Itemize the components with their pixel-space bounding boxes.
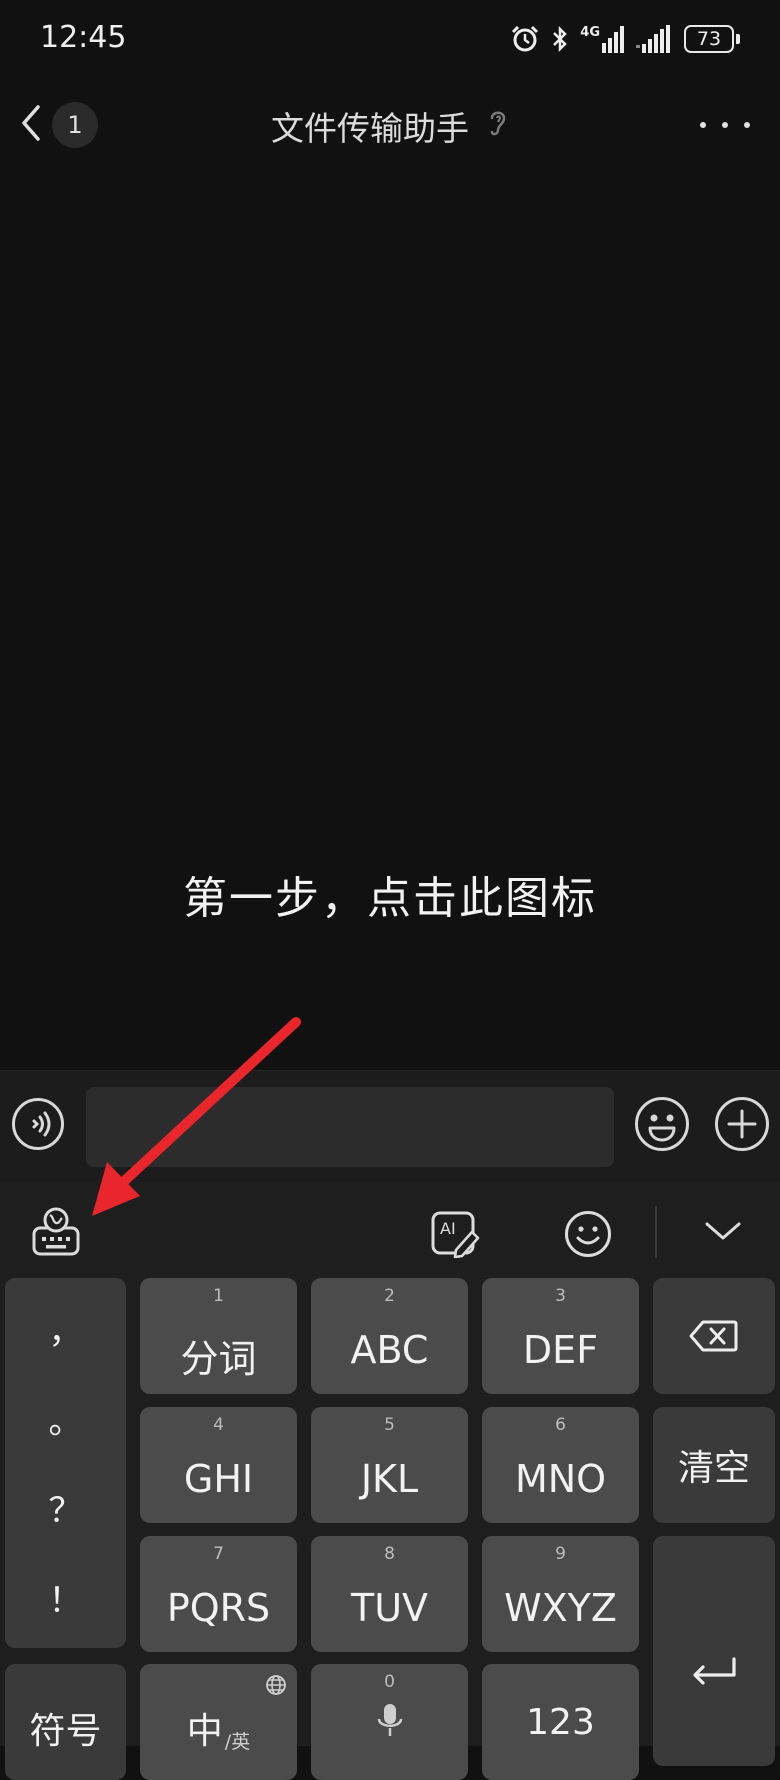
collapse-keyboard-button[interactable] [703,1216,743,1246]
backspace-icon [689,1320,738,1352]
symbols-key[interactable]: 符号 [5,1664,126,1780]
chat-header: 1 文件传输助手 [0,80,780,170]
instruction-caption: 第一步，点击此图标 [183,873,597,924]
punctuation-list: ， 。 ？ ！ [5,1278,126,1648]
svg-text:AI: AI [440,1219,456,1238]
ai-writing-button[interactable]: AI [430,1210,482,1259]
more-icon-dot [722,122,728,128]
punct-exclaim-key[interactable]: ！ [49,1573,83,1622]
globe-icon [266,1675,286,1695]
ear-icon [487,106,509,146]
key-label: 分词 [180,1337,257,1381]
key-number: 2 [384,1286,395,1306]
battery-level: 73 [684,25,734,53]
status-bar: 12:45 4G 73 [0,0,780,80]
language-switch-key[interactable]: 中 /英 [140,1664,297,1780]
key-2-abc[interactable]: 2 ABC [311,1278,468,1394]
backspace-icon-wrap [653,1278,775,1394]
emoji-button[interactable] [634,1096,690,1152]
key-label: JKL [360,1457,419,1501]
backspace-key[interactable] [653,1278,775,1394]
microphone-icon [377,1704,403,1736]
message-input-bar [0,1070,780,1183]
enter-key[interactable] [653,1536,775,1766]
plus-icon [715,1097,769,1151]
key-label: MNO [514,1457,607,1501]
chevron-down-icon [705,1222,741,1240]
key-number: 3 [555,1286,566,1306]
clear-key[interactable]: 清空 [653,1407,775,1523]
ime-keyboard: AI ， 。 ？ ！ 1 分词 2 ABC 3 DEF 4 GHI 5 JKL … [0,1182,780,1780]
toolbar-divider [655,1206,657,1258]
key-label: TUV [350,1586,429,1630]
key-5-jkl[interactable]: 5 JKL [311,1407,468,1523]
clear-key-label: 清空 [677,1448,750,1489]
key-label: ABC [350,1328,429,1372]
signal-4g-icon: 4G [580,25,626,53]
enter-icon [693,1657,736,1685]
ime-switch-button[interactable] [30,1206,84,1258]
lang-main-label: 中 [186,1711,223,1752]
punct-comma-key[interactable]: ， [49,1304,83,1353]
key-9-wxyz[interactable]: 9 WXYZ [482,1536,639,1652]
more-icon-dot [744,122,750,128]
key-number: 5 [384,1415,395,1435]
more-icon-dot [700,122,706,128]
punct-period-key[interactable]: 。 [49,1394,83,1443]
lang-sub-label: /英 [224,1731,251,1753]
plus-button[interactable] [714,1096,770,1152]
key-label: PQRS [166,1586,271,1630]
key-number: 7 [213,1544,224,1564]
bluetooth-icon [550,24,570,54]
battery-icon: 73 [684,25,740,53]
key-number: 0 [384,1672,395,1692]
more-button[interactable] [700,110,750,140]
key-number: 8 [384,1544,395,1564]
key-number: 4 [213,1415,224,1435]
ai-pen-icon: AI [431,1211,480,1259]
emoji-icon [635,1097,689,1151]
keyboard-emoji-button[interactable] [564,1210,612,1258]
key-7-pqrs[interactable]: 7 PQRS [140,1536,297,1652]
key-number: 1 [213,1286,224,1306]
key-1-fenci[interactable]: 1 分词 [140,1278,297,1394]
key-label: WXYZ [504,1586,617,1630]
key-8-tuv[interactable]: 8 TUV [311,1536,468,1652]
key-3-def[interactable]: 3 DEF [482,1278,639,1394]
keyboard-toolbar: AI [0,1182,780,1276]
network-label: 4G [580,25,600,40]
battery-tip [736,34,740,44]
message-input[interactable] [86,1087,614,1167]
key-4-ghi[interactable]: 4 GHI [140,1407,297,1523]
page-title: 文件传输助手 [271,109,469,148]
key-label: GHI [183,1457,254,1501]
signal-icon [636,25,674,53]
punct-question-key[interactable]: ？ [49,1483,83,1532]
alarm-icon [510,24,540,54]
key-6-mno[interactable]: 6 MNO [482,1407,639,1523]
smile-icon [565,1211,611,1257]
enter-icon-wrap [653,1626,775,1716]
symbols-key-label: 符号 [29,1711,102,1752]
status-icons: 4G 73 [510,22,740,56]
key-number: 6 [555,1415,566,1435]
space-key[interactable]: 0 [311,1664,468,1780]
numbers-key-label: 123 [526,1702,595,1743]
key-label: DEF [522,1328,599,1372]
chat-title-row: 文件传输助手 [0,102,780,150]
punctuation-column[interactable]: ， 。 ？ ！ [5,1278,126,1648]
status-time: 12:45 [40,20,127,55]
numbers-key[interactable]: 123 [482,1664,639,1780]
voice-button[interactable] [11,1097,65,1151]
keyboard-globe-icon [32,1207,80,1256]
voice-icon [12,1098,64,1150]
key-number: 9 [555,1544,566,1564]
